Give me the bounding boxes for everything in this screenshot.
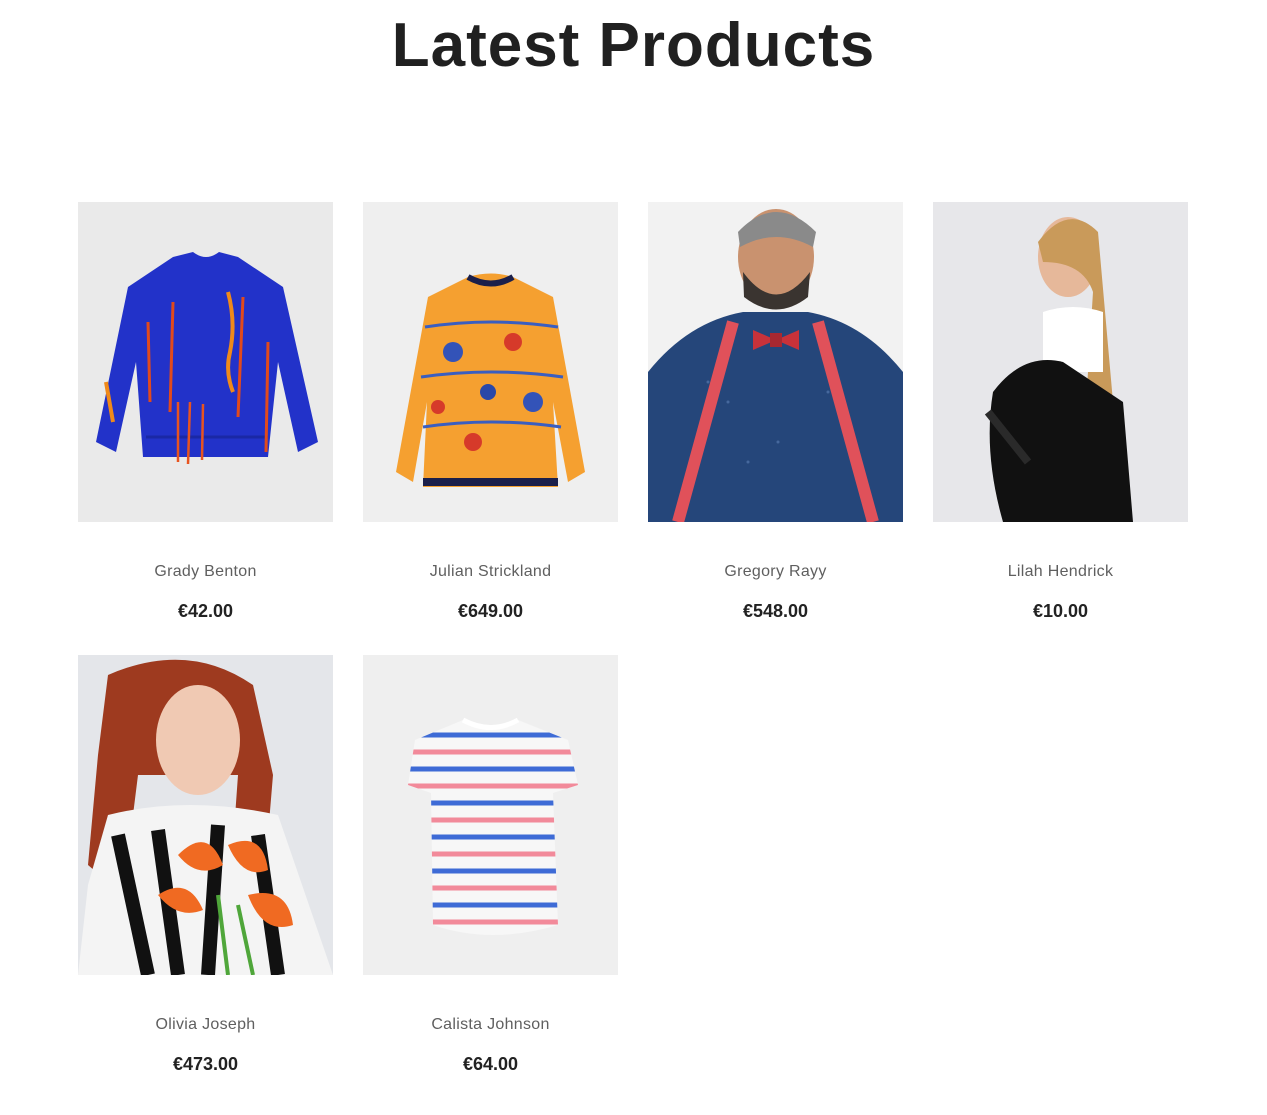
product-image[interactable] (933, 202, 1188, 522)
product-price: €548.00 (742, 601, 809, 621)
product-image[interactable] (78, 655, 333, 975)
page-title: Latest Products (391, 11, 876, 80)
product-price: €10.00 (1032, 601, 1089, 621)
woman-red-hair-flowers-image (78, 655, 333, 975)
product-card[interactable]: Gregory Rayy €548.00 (648, 202, 903, 622)
product-grid: Grady Benton €42.00 Julian Strickland €6… (78, 202, 1188, 1075)
product-price: €64.00 (462, 1054, 519, 1074)
product-name[interactable]: Gregory Rayy (648, 562, 903, 582)
product-name[interactable]: Grady Benton (78, 562, 333, 582)
blue-sweater-image (78, 202, 333, 522)
product-price: €473.00 (172, 1054, 239, 1074)
product-price: €649.00 (457, 601, 524, 621)
striped-tshirt-image (363, 655, 618, 975)
woman-black-jacket-image (933, 202, 1188, 522)
product-card[interactable]: Julian Strickland €649.00 (363, 202, 618, 622)
product-card[interactable]: Grady Benton €42.00 (78, 202, 333, 622)
product-price: €42.00 (177, 601, 234, 621)
product-image[interactable] (78, 202, 333, 522)
product-name[interactable]: Olivia Joseph (78, 1015, 333, 1035)
product-name[interactable]: Lilah Hendrick (933, 562, 1188, 582)
product-image[interactable] (363, 655, 618, 975)
man-bowtie-suspenders-image (648, 202, 903, 522)
orange-floral-sweater-image (363, 202, 618, 522)
product-image[interactable] (363, 202, 618, 522)
product-name[interactable]: Calista Johnson (363, 1015, 618, 1035)
product-name[interactable]: Julian Strickland (363, 562, 618, 582)
product-card[interactable]: Lilah Hendrick €10.00 (933, 202, 1188, 622)
product-image[interactable] (648, 202, 903, 522)
product-card[interactable]: Olivia Joseph €473.00 (78, 655, 333, 1075)
product-card[interactable]: Calista Johnson €64.00 (363, 655, 618, 1075)
